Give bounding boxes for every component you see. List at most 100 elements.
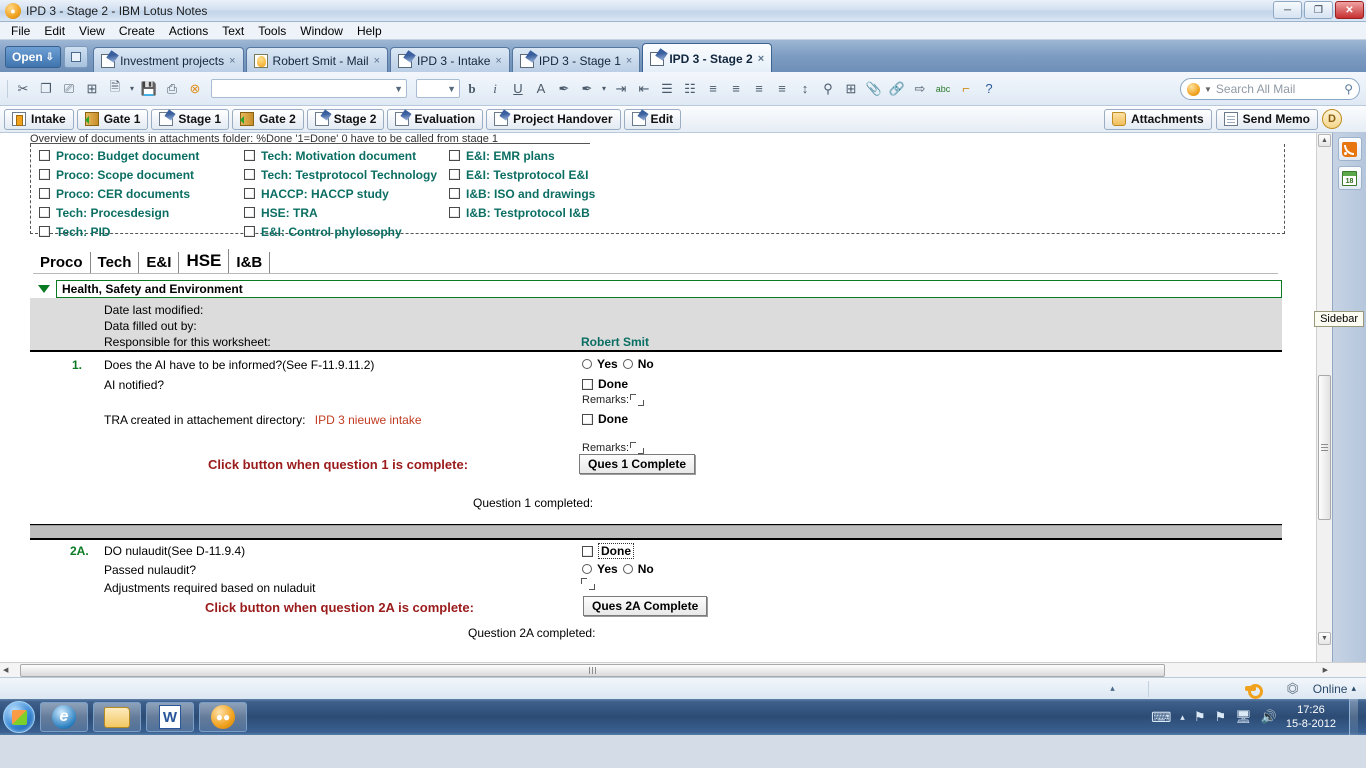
scroll-up-arrow[interactable]: ▲ xyxy=(1318,134,1331,147)
taskbar-windows-explorer[interactable] xyxy=(93,702,141,732)
attachment-icon[interactable]: 📎 xyxy=(863,78,885,100)
close-icon[interactable]: × xyxy=(374,55,380,67)
tab-ipd3-stage1[interactable]: IPD 3 - Stage 1 × xyxy=(511,47,641,73)
menu-item-edit[interactable]: Edit xyxy=(37,23,72,39)
search-input[interactable]: Search All Mail xyxy=(1216,82,1340,96)
tab-tech[interactable]: Tech xyxy=(91,252,140,273)
close-button[interactable]: ✕ xyxy=(1335,1,1364,19)
checkbox[interactable] xyxy=(449,188,460,199)
minimize-button[interactable]: ─ xyxy=(1273,1,1302,19)
remarks-field[interactable] xyxy=(581,578,595,590)
stop-icon[interactable]: ⊗ xyxy=(184,78,206,100)
tab-ipd3-intake[interactable]: IPD 3 - Intake × xyxy=(390,47,510,73)
print-icon[interactable]: ⎙ xyxy=(161,78,183,100)
numbered-list-icon[interactable]: ☷ xyxy=(679,78,701,100)
checkbox[interactable] xyxy=(582,413,593,425)
underline-icon[interactable]: U xyxy=(507,78,529,100)
font-color-icon[interactable]: A xyxy=(530,78,552,100)
overview-item[interactable]: HSE: TRA xyxy=(244,203,437,222)
section-icon[interactable]: ⇨ xyxy=(909,78,931,100)
chevron-down-icon[interactable]: ▼ xyxy=(1204,85,1212,94)
tab-hse[interactable]: HSE xyxy=(179,249,230,273)
tra-link[interactable]: IPD 3 nieuwe intake xyxy=(315,413,422,427)
remarks-field[interactable] xyxy=(630,442,645,454)
radio-yes[interactable] xyxy=(582,564,592,574)
paste-special-icon[interactable]: ⊞ xyxy=(81,78,103,100)
question-2a-done[interactable]: Done xyxy=(582,543,634,559)
question-2a-yesno[interactable]: Yes No xyxy=(582,562,654,576)
action-stage-2[interactable]: Stage 2 xyxy=(306,108,385,130)
indent-icon[interactable]: ⇥ xyxy=(610,78,632,100)
search-box[interactable]: ▼ Search All Mail ⚲ xyxy=(1180,78,1360,100)
menu-item-window[interactable]: Window xyxy=(293,23,350,39)
tab-investment-projects[interactable]: Investment projects × xyxy=(93,47,244,73)
volume-icon[interactable]: 🔊 xyxy=(1261,709,1277,725)
menu-item-file[interactable]: File xyxy=(4,23,37,39)
checkbox[interactable] xyxy=(39,207,50,218)
menu-item-create[interactable]: Create xyxy=(112,23,162,39)
horizontal-scrollbar[interactable]: ◀ ▶ xyxy=(0,662,1366,677)
remarks-field[interactable] xyxy=(630,394,645,406)
open-button[interactable]: Open ⇩ xyxy=(5,46,62,68)
align-left-icon[interactable]: ≡ xyxy=(702,78,724,100)
overview-item[interactable]: E&I: EMR plans xyxy=(449,146,595,165)
action-gate-2[interactable]: Gate 2 xyxy=(232,108,304,130)
search-icon[interactable]: ⚲ xyxy=(1344,82,1353,96)
show-desktop-button[interactable] xyxy=(1349,699,1358,735)
taskbar-lotus-notes[interactable]: ●● xyxy=(199,702,247,732)
action-center-icon[interactable]: ⚑ xyxy=(1214,709,1226,725)
checkbox[interactable] xyxy=(582,378,593,390)
overview-item[interactable]: Tech: PID xyxy=(39,222,199,241)
ruler-icon[interactable]: ⌐ xyxy=(955,78,977,100)
online-status[interactable]: Online xyxy=(1313,682,1348,696)
overview-item[interactable]: Tech: Testprotocol Technology xyxy=(244,165,437,184)
radio-no[interactable] xyxy=(622,359,633,369)
overview-item[interactable]: HACCP: HACCP study xyxy=(244,184,437,203)
close-icon[interactable]: × xyxy=(626,55,632,67)
rss-feeds-icon[interactable] xyxy=(1337,137,1362,161)
align-center-icon[interactable]: ≡ xyxy=(725,78,747,100)
overview-item[interactable]: I&B: Testprotocol I&B xyxy=(449,203,595,222)
outdent-icon[interactable]: ⇤ xyxy=(633,78,655,100)
online-dropdown-icon[interactable]: ▴ xyxy=(1351,683,1356,694)
checkbox[interactable] xyxy=(39,169,50,180)
checkbox[interactable] xyxy=(244,169,255,180)
action-project-handover[interactable]: Project Handover xyxy=(486,108,621,130)
show-hidden-icons-icon[interactable]: ▴ xyxy=(1180,712,1185,723)
checkbox[interactable] xyxy=(244,188,255,199)
line-spacing-icon[interactable]: ↕ xyxy=(794,78,816,100)
action-send-memo[interactable]: Send Memo xyxy=(1215,108,1318,130)
copy-icon[interactable]: ❐ xyxy=(35,78,57,100)
question-1-remarks[interactable]: Remarks: xyxy=(582,394,645,406)
overview-item[interactable]: Tech: Motivation document xyxy=(244,146,437,165)
scroll-down-arrow[interactable]: ▼ xyxy=(1318,632,1331,645)
highlight-dropdown-icon[interactable]: ▾ xyxy=(599,78,609,100)
bold-icon[interactable]: b xyxy=(461,78,483,100)
cut-icon[interactable]: ✂ xyxy=(12,78,34,100)
close-icon[interactable]: × xyxy=(495,55,501,67)
action-stage-1[interactable]: Stage 1 xyxy=(151,108,230,130)
question-2a-complete-button[interactable]: Ques 2A Complete xyxy=(583,596,708,616)
checkbox[interactable] xyxy=(244,207,255,218)
window-list-icon[interactable] xyxy=(64,46,89,68)
taskbar-clock[interactable]: 17:26 15-8-2012 xyxy=(1286,703,1336,731)
overview-item[interactable]: Tech: Procesdesign xyxy=(39,203,199,222)
triangle-down-icon[interactable] xyxy=(38,285,50,293)
menu-item-help[interactable]: Help xyxy=(350,23,389,39)
tab-robert-smit-mail[interactable]: Robert Smit - Mail × xyxy=(245,47,389,73)
taskbar-internet-explorer[interactable]: e xyxy=(40,702,88,732)
tab-proco[interactable]: Proco xyxy=(33,252,91,273)
overview-item[interactable]: E&I: Control phylosophy xyxy=(244,222,437,241)
close-icon[interactable]: × xyxy=(229,55,235,67)
horizontal-scroll-thumb[interactable] xyxy=(20,663,1165,677)
align-justify-icon[interactable]: ≡ xyxy=(748,78,770,100)
menu-item-tools[interactable]: Tools xyxy=(251,23,293,39)
overview-item[interactable]: Proco: Scope document xyxy=(39,165,199,184)
action-gate-1[interactable]: Gate 1 xyxy=(76,108,149,130)
keyboard-icon[interactable]: ⌨ xyxy=(1151,709,1171,726)
windows-start-icon[interactable] xyxy=(3,701,35,733)
checkbox[interactable] xyxy=(39,226,50,237)
checkbox[interactable] xyxy=(449,207,460,218)
font-size-select[interactable]: ▼ xyxy=(416,79,460,98)
checkbox[interactable] xyxy=(244,150,255,161)
